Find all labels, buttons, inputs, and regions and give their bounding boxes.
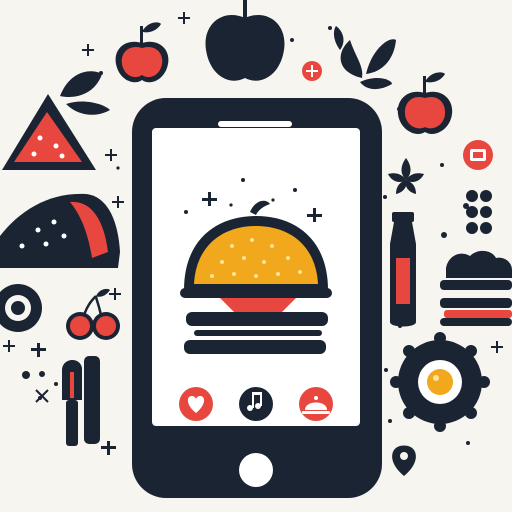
plus-badge-icon [302,61,322,81]
taco-icon [0,193,120,268]
spatula-icon [62,356,100,446]
home-button[interactable] [239,453,273,487]
flower-grid-icon [463,190,492,234]
heart-button[interactable] [179,387,213,421]
sandwich-icon [440,250,512,326]
asterisk-icon [35,389,49,403]
sauce-bottle-icon [390,212,416,327]
watermelon-icon [2,71,110,170]
dark-apple-icon [205,0,285,81]
chat-badge-icon [463,140,493,170]
apple-icon [397,72,453,134]
fried-egg-icon [390,332,490,432]
apple-icon [115,22,169,83]
dish-button[interactable] [299,387,333,421]
leaves-icon [333,26,396,90]
speaker-slot [218,121,292,127]
cherries-icon [66,288,120,340]
gear-icon [0,284,42,332]
food-app-illustration [0,0,512,512]
illustration-svg [0,0,512,498]
location-pin-icon [392,445,416,476]
music-button[interactable] [239,387,273,421]
flower-icon [388,158,424,194]
